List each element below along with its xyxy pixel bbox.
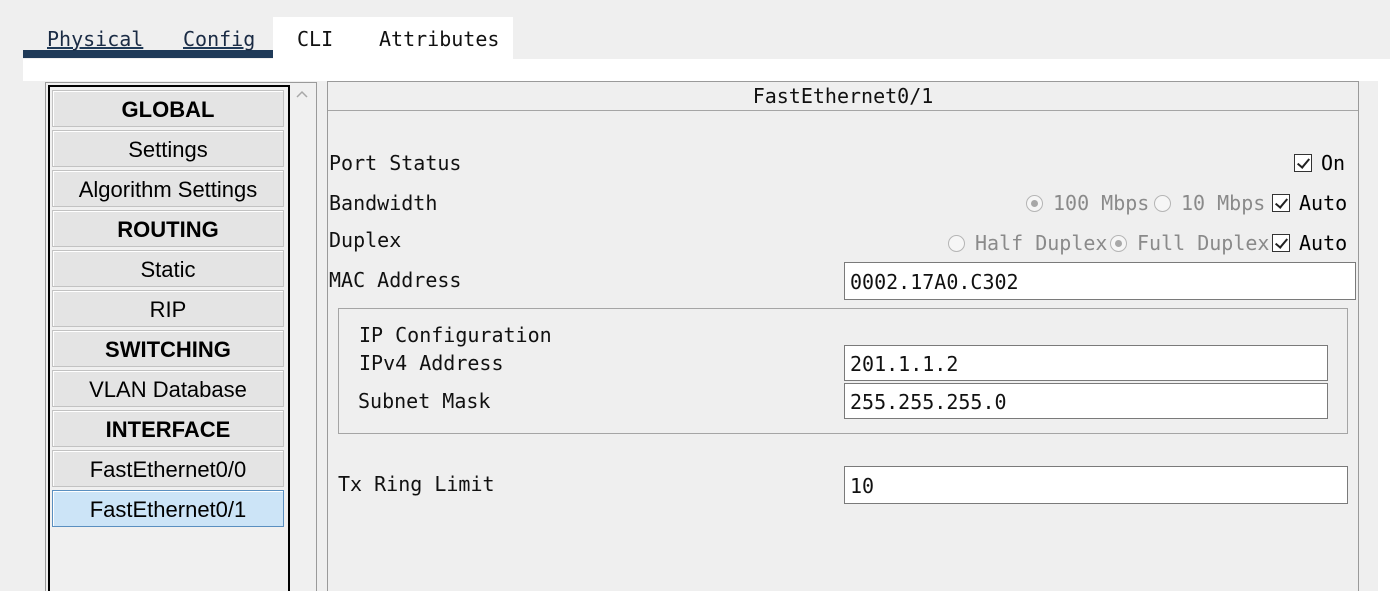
duplex-half-label: Half Duplex (975, 231, 1108, 255)
port-status-label: Port Status (329, 151, 462, 175)
nav-item-vlan-database[interactable]: VLAN Database (52, 370, 284, 407)
bandwidth-10-label: 10 Mbps (1181, 191, 1266, 215)
nav-item-rip[interactable]: RIP (52, 290, 284, 327)
nav-header-switching: SWITCHING (52, 330, 284, 367)
port-status-on-label: On (1321, 151, 1346, 175)
port-status-on-checkbox[interactable]: On (1294, 151, 1345, 175)
nav-item-static[interactable]: Static (52, 250, 284, 287)
bandwidth-100-radio[interactable]: 100 Mbps (1026, 191, 1149, 215)
duplex-full-label: Full Duplex (1137, 231, 1270, 255)
nav-header-interface: INTERFACE (52, 410, 284, 447)
nav-item-fastethernet0-0[interactable]: FastEthernet0/0 (52, 450, 284, 487)
page-right-strip (1378, 59, 1390, 591)
tab-config[interactable]: Config (183, 17, 255, 59)
tab-attributes[interactable]: Attributes (379, 17, 499, 59)
config-nav-panel: GLOBAL Settings Algorithm Settings ROUTI… (45, 82, 317, 591)
nav-item-algorithm-settings[interactable]: Algorithm Settings (52, 170, 284, 207)
ip-configuration-title: IP Configuration (359, 323, 552, 347)
chevron-up-icon[interactable] (294, 87, 310, 103)
subnet-mask-field[interactable]: 255.255.255.0 (844, 383, 1328, 419)
tab-physical-label: Physical (47, 27, 144, 51)
config-nav-list: GLOBAL Settings Algorithm Settings ROUTI… (48, 85, 290, 591)
ipv4-address-label: IPv4 Address (359, 351, 504, 375)
radio-unselected-icon[interactable] (1154, 194, 1171, 212)
nav-item-fastethernet0-1[interactable]: FastEthernet0/1 (52, 490, 284, 527)
bandwidth-100-label: 100 Mbps (1053, 191, 1150, 215)
radio-selected-icon[interactable] (1110, 234, 1127, 252)
subnet-mask-label: Subnet Mask (358, 389, 491, 413)
mac-address-field[interactable]: 0002.17A0.C302 (844, 262, 1356, 300)
nav-header-routing: ROUTING (52, 210, 284, 247)
duplex-auto-checkbox[interactable]: Auto (1272, 231, 1347, 255)
page-top-strip-right (513, 59, 1390, 81)
radio-unselected-icon[interactable] (948, 234, 965, 252)
ipv4-address-field[interactable]: 201.1.1.2 (844, 345, 1328, 381)
tx-ring-limit-label: Tx Ring Limit (338, 472, 495, 496)
nav-item-settings[interactable]: Settings (52, 130, 284, 167)
panel-title: FastEthernet0/1 (328, 82, 1358, 111)
bandwidth-auto-label: Auto (1299, 191, 1348, 215)
checkbox-checked-icon[interactable] (1272, 234, 1290, 252)
tab-cli-label: CLI (297, 27, 334, 51)
duplex-half-radio[interactable]: Half Duplex (948, 231, 1107, 255)
nav-scrollbar[interactable] (290, 83, 314, 591)
checkbox-checked-icon[interactable] (1294, 154, 1312, 172)
bandwidth-auto-checkbox[interactable]: Auto (1272, 191, 1347, 215)
ip-configuration-group: IP Configuration IPv4 Address 201.1.1.2 … (338, 308, 1348, 434)
radio-selected-icon[interactable] (1026, 194, 1043, 212)
tx-ring-limit-field[interactable]: 10 (844, 466, 1348, 504)
tab-physical[interactable]: Physical (47, 17, 143, 59)
tab-cli[interactable]: CLI (297, 17, 333, 59)
nav-header-global: GLOBAL (52, 90, 284, 127)
duplex-full-radio[interactable]: Full Duplex (1110, 231, 1269, 255)
bandwidth-10-radio[interactable]: 10 Mbps (1154, 191, 1265, 215)
bandwidth-label: Bandwidth (329, 191, 438, 215)
tab-config-label: Config (183, 27, 256, 51)
checkbox-checked-icon[interactable] (1272, 194, 1290, 212)
duplex-label: Duplex (329, 228, 402, 252)
tab-attributes-label: Attributes (379, 27, 500, 51)
interface-config-panel: FastEthernet0/1 Port Status On Bandwidth… (327, 81, 1359, 591)
tab-bar: Physical Config CLI Attributes (23, 17, 513, 59)
page-top-strip (23, 59, 513, 81)
duplex-auto-label: Auto (1299, 231, 1348, 255)
mac-address-label: MAC Address (329, 268, 462, 292)
